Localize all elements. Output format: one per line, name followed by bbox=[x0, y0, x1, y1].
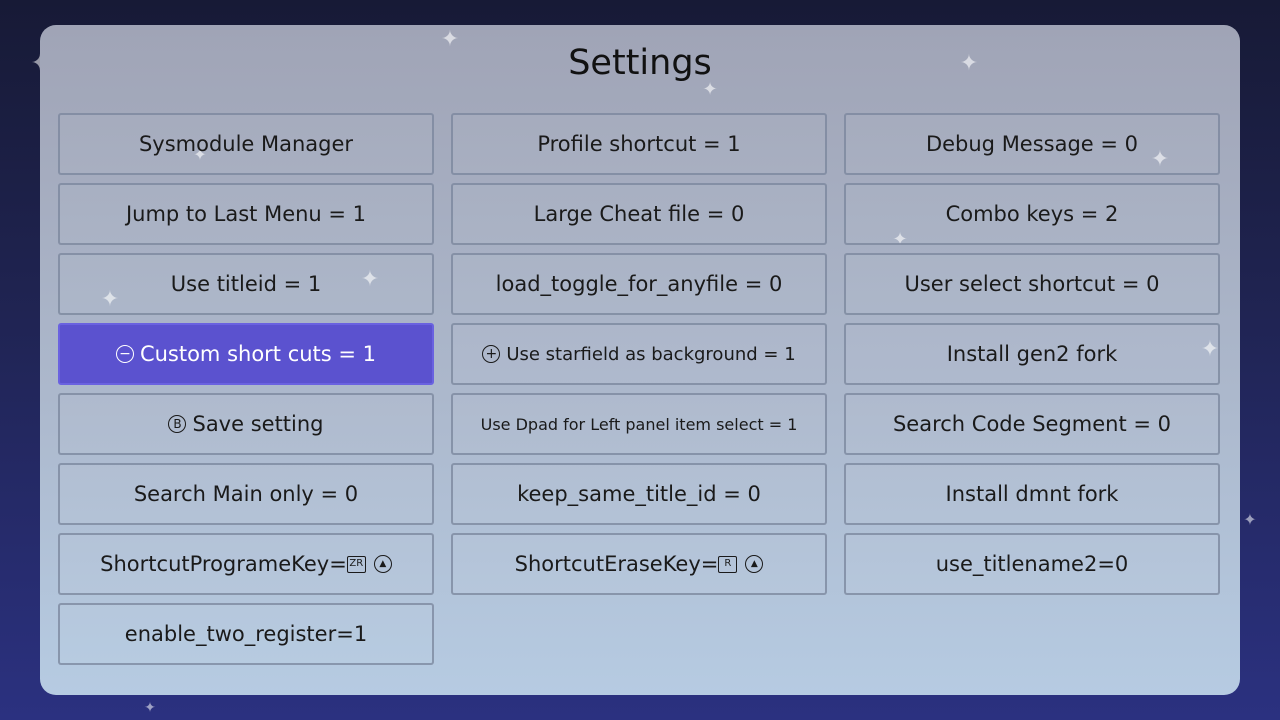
sysmodule-manager-button[interactable]: Sysmodule Manager bbox=[58, 113, 434, 175]
button-label: Jump to Last Menu = 1 bbox=[125, 202, 367, 226]
install-gen2-fork-button[interactable]: Install gen2 fork bbox=[844, 323, 1220, 385]
user-select-shortcut-button[interactable]: User select shortcut = 0 bbox=[844, 253, 1220, 315]
search-code-segment-button[interactable]: Search Code Segment = 0 bbox=[844, 393, 1220, 455]
button-label: enable_two_register=1 bbox=[124, 622, 368, 646]
button-label: Save setting bbox=[192, 412, 324, 436]
profile-shortcut-button[interactable]: Profile shortcut = 1 bbox=[451, 113, 827, 175]
button-label: Use titleid = 1 bbox=[170, 272, 322, 296]
install-dmnt-fork-button[interactable]: Install dmnt fork bbox=[844, 463, 1220, 525]
large-cheat-file-button[interactable]: Large Cheat file = 0 bbox=[451, 183, 827, 245]
button-label: Large Cheat file = 0 bbox=[533, 202, 745, 226]
star-icon: ✦ bbox=[1243, 510, 1257, 529]
button-label: ShortcutEraseKey= bbox=[514, 552, 719, 576]
button-label: ShortcutProgrameKey= bbox=[100, 552, 347, 576]
button-label: Debug Message = 0 bbox=[925, 132, 1139, 156]
settings-grid: Sysmodule Manager Profile shortcut = 1 D… bbox=[58, 113, 1220, 665]
shortcut-erase-key-button[interactable]: ShortcutEraseKey= R ▲ bbox=[451, 533, 827, 595]
button-label: Search Main only = 0 bbox=[133, 482, 359, 506]
save-setting-button[interactable]: B Save setting bbox=[58, 393, 434, 455]
use-dpad-button[interactable]: Use Dpad for Left panel item select = 1 bbox=[451, 393, 827, 455]
button-label: Install dmnt fork bbox=[945, 482, 1119, 506]
button-label: load_toggle_for_anyfile = 0 bbox=[495, 272, 783, 296]
jump-to-last-menu-button[interactable]: Jump to Last Menu = 1 bbox=[58, 183, 434, 245]
use-titleid-button[interactable]: Use titleid = 1 bbox=[58, 253, 434, 315]
use-starfield-button[interactable]: + Use starfield as background = 1 bbox=[451, 323, 827, 385]
load-toggle-for-anyfile-button[interactable]: load_toggle_for_anyfile = 0 bbox=[451, 253, 827, 315]
button-label: Use starfield as background = 1 bbox=[506, 343, 796, 365]
b-button-icon: B bbox=[168, 415, 187, 433]
debug-message-button[interactable]: Debug Message = 0 bbox=[844, 113, 1220, 175]
r-button-icon: R bbox=[718, 555, 738, 573]
settings-panel: ✦ ✦ ✦ ✦ ✦ ✦ ✦ ✦ ✦ Settings Sysmodule Man… bbox=[40, 25, 1240, 695]
button-label: Search Code Segment = 0 bbox=[892, 412, 1172, 436]
button-label: Sysmodule Manager bbox=[138, 132, 354, 156]
button-label: Combo keys = 2 bbox=[945, 202, 1119, 226]
button-label: keep_same_title_id = 0 bbox=[517, 482, 761, 506]
button-label: Profile shortcut = 1 bbox=[537, 132, 741, 156]
button-label: Use Dpad for Left panel item select = 1 bbox=[480, 414, 798, 434]
combo-keys-button[interactable]: Combo keys = 2 bbox=[844, 183, 1220, 245]
up-button-icon: ▲ bbox=[745, 555, 764, 573]
keep-same-title-id-button[interactable]: keep_same_title_id = 0 bbox=[451, 463, 827, 525]
zr-button-icon: ZR bbox=[346, 555, 366, 573]
plus-circle-icon: + bbox=[482, 345, 501, 363]
page-title: Settings bbox=[568, 43, 712, 83]
search-main-only-button[interactable]: Search Main only = 0 bbox=[58, 463, 434, 525]
button-label: Install gen2 fork bbox=[946, 342, 1118, 366]
button-label: use_titlename2=0 bbox=[935, 552, 1129, 576]
up-button-icon: ▲ bbox=[373, 555, 392, 573]
star-icon: ✦ bbox=[702, 79, 718, 100]
use-titlename2-button[interactable]: use_titlename2=0 bbox=[844, 533, 1220, 595]
button-label: Custom short cuts = 1 bbox=[139, 342, 377, 366]
star-icon: ✦ bbox=[144, 700, 156, 716]
button-label: User select shortcut = 0 bbox=[904, 272, 1160, 296]
minus-circle-icon: − bbox=[115, 345, 134, 363]
enable-two-register-button[interactable]: enable_two_register=1 bbox=[58, 603, 434, 665]
custom-short-cuts-button[interactable]: − Custom short cuts = 1 bbox=[58, 323, 434, 385]
shortcut-programe-key-button[interactable]: ShortcutProgrameKey= ZR ▲ bbox=[58, 533, 434, 595]
